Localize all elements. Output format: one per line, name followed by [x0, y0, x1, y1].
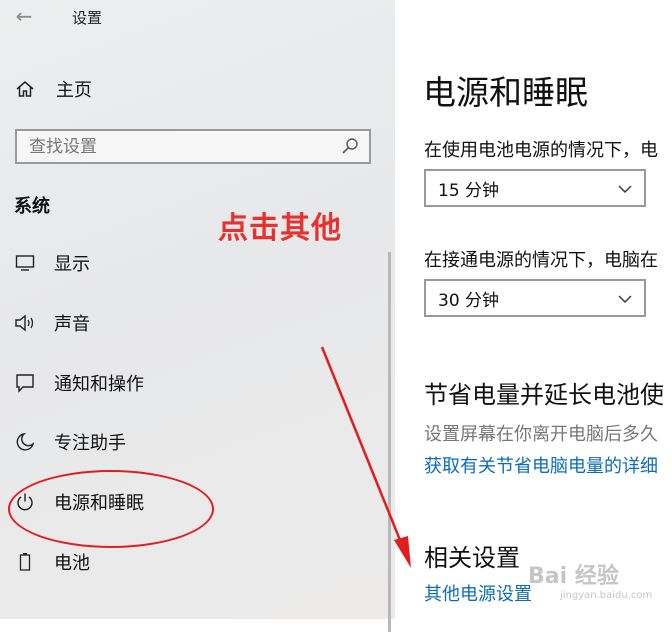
watermark: Bai 经验 — [528, 564, 619, 589]
annotation-arrow-icon — [320, 346, 411, 568]
watermark-url: jingyan.baidu.com — [560, 590, 653, 601]
